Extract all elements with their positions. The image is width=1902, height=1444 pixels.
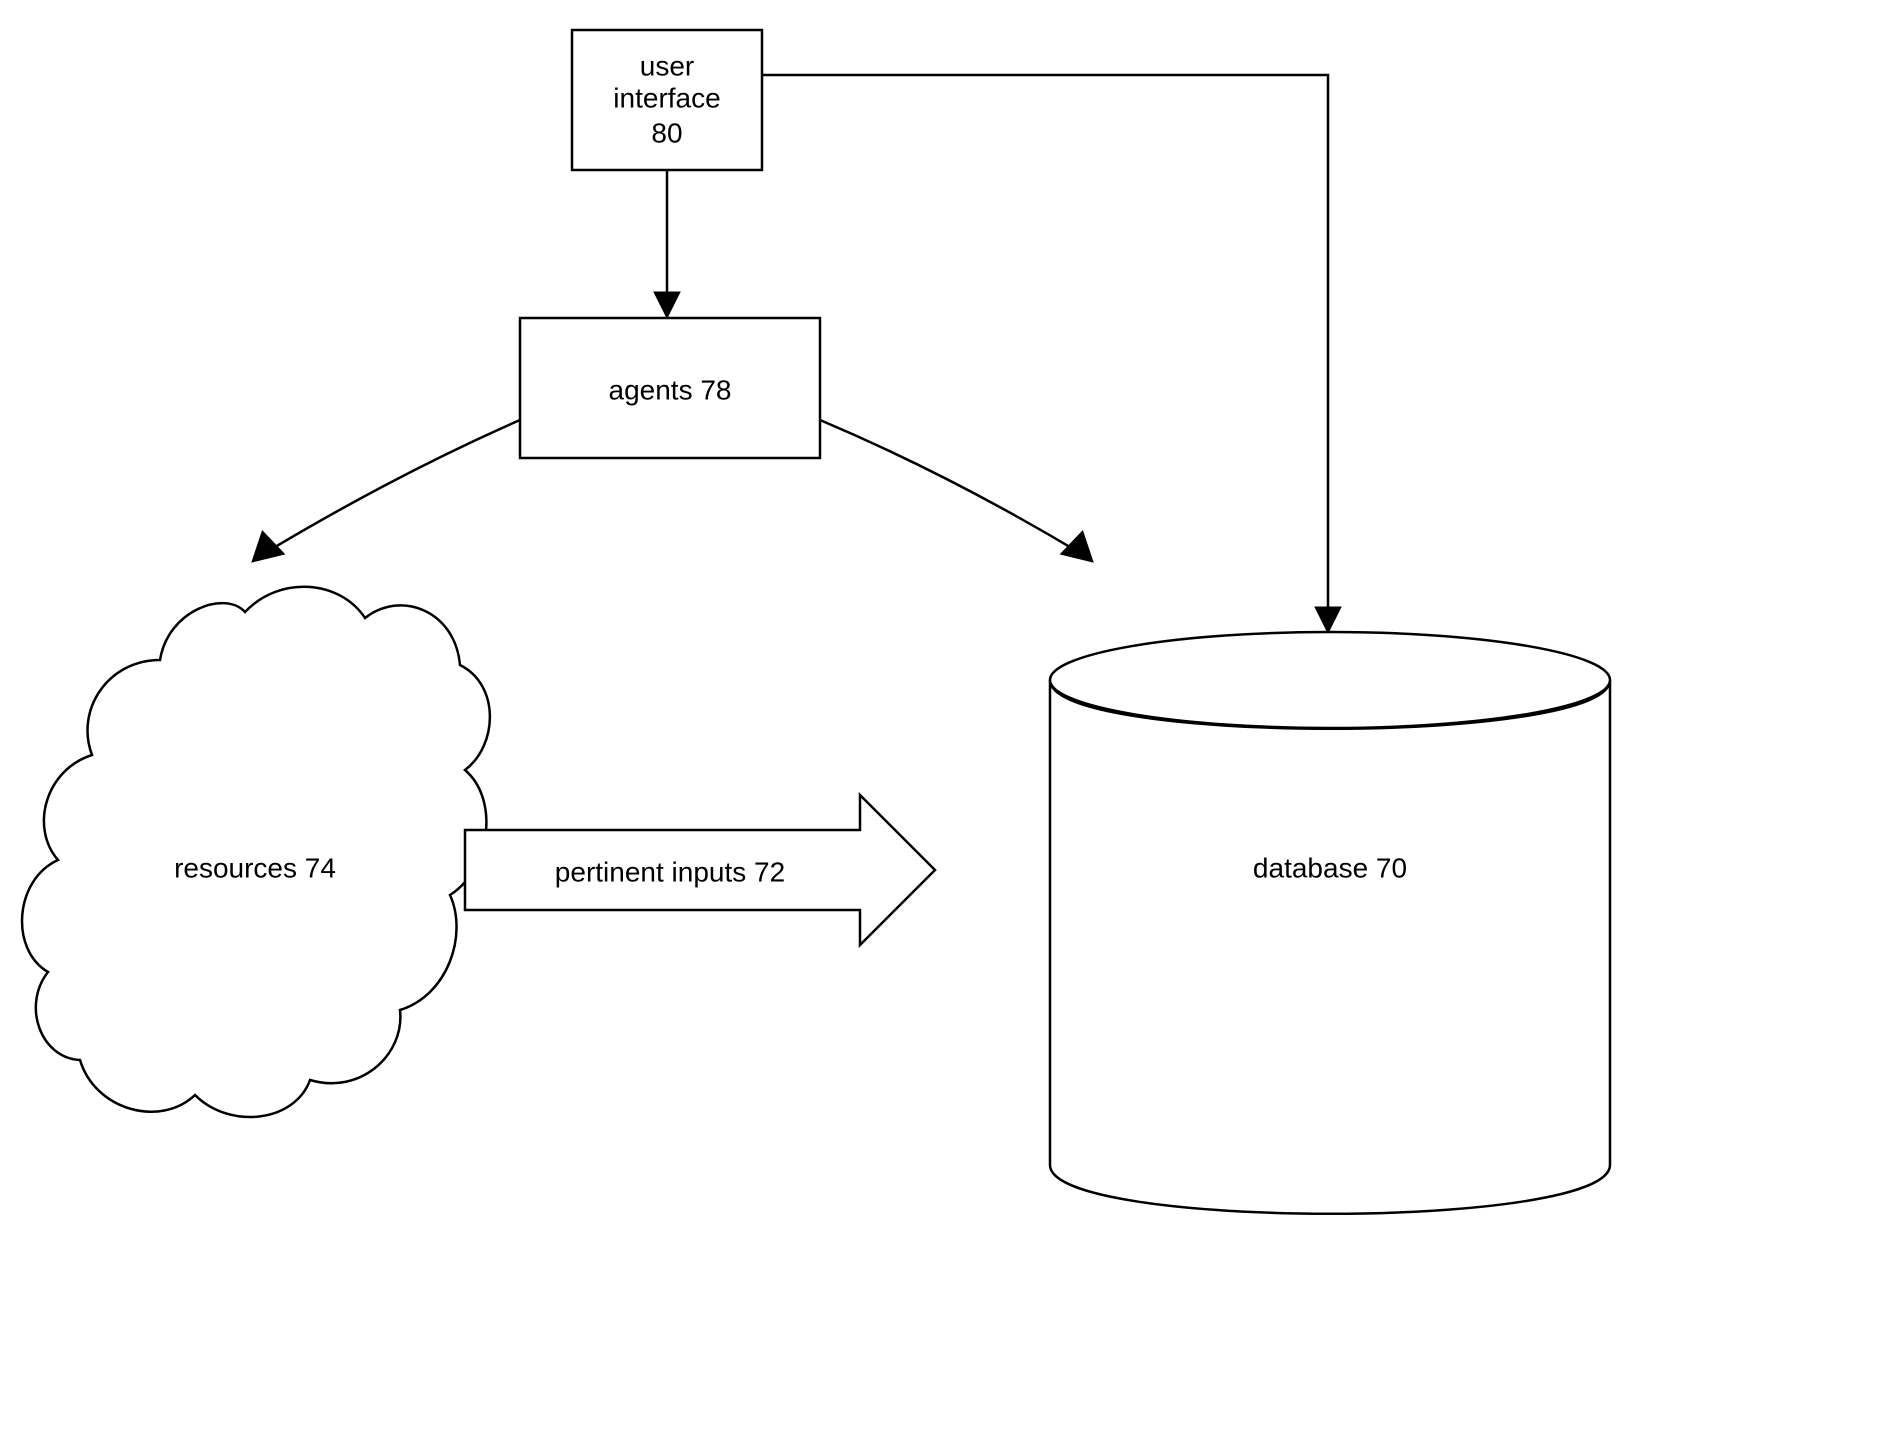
arrow-ui-to-database: [762, 75, 1341, 633]
database-cylinder-top: [1050, 632, 1610, 728]
resources-label: resources 74: [174, 852, 336, 883]
arrow-ui-to-agents: [654, 170, 680, 318]
agents-node: agents 78: [520, 318, 820, 458]
arrow-agents-to-resources: [249, 420, 520, 562]
database-cylinder-body: [1050, 680, 1610, 1214]
user-interface-node: user interface 80: [572, 30, 762, 170]
database-node: database 70: [1050, 632, 1610, 1214]
pertinent-inputs-label: pertinent inputs 72: [555, 856, 785, 887]
user-interface-number: 80: [651, 117, 682, 148]
user-interface-label-2: interface: [613, 82, 720, 113]
resources-node: resources 74: [22, 587, 490, 1117]
system-diagram: user interface 80 agents 78 resources 74…: [0, 0, 1902, 1444]
user-interface-label-1: user: [640, 50, 694, 81]
hollow-arrow-pertinent-inputs: pertinent inputs 72: [465, 795, 935, 945]
database-label: database 70: [1253, 852, 1407, 883]
agents-label: agents 78: [609, 374, 732, 405]
arrow-agents-to-database: [820, 420, 1096, 562]
